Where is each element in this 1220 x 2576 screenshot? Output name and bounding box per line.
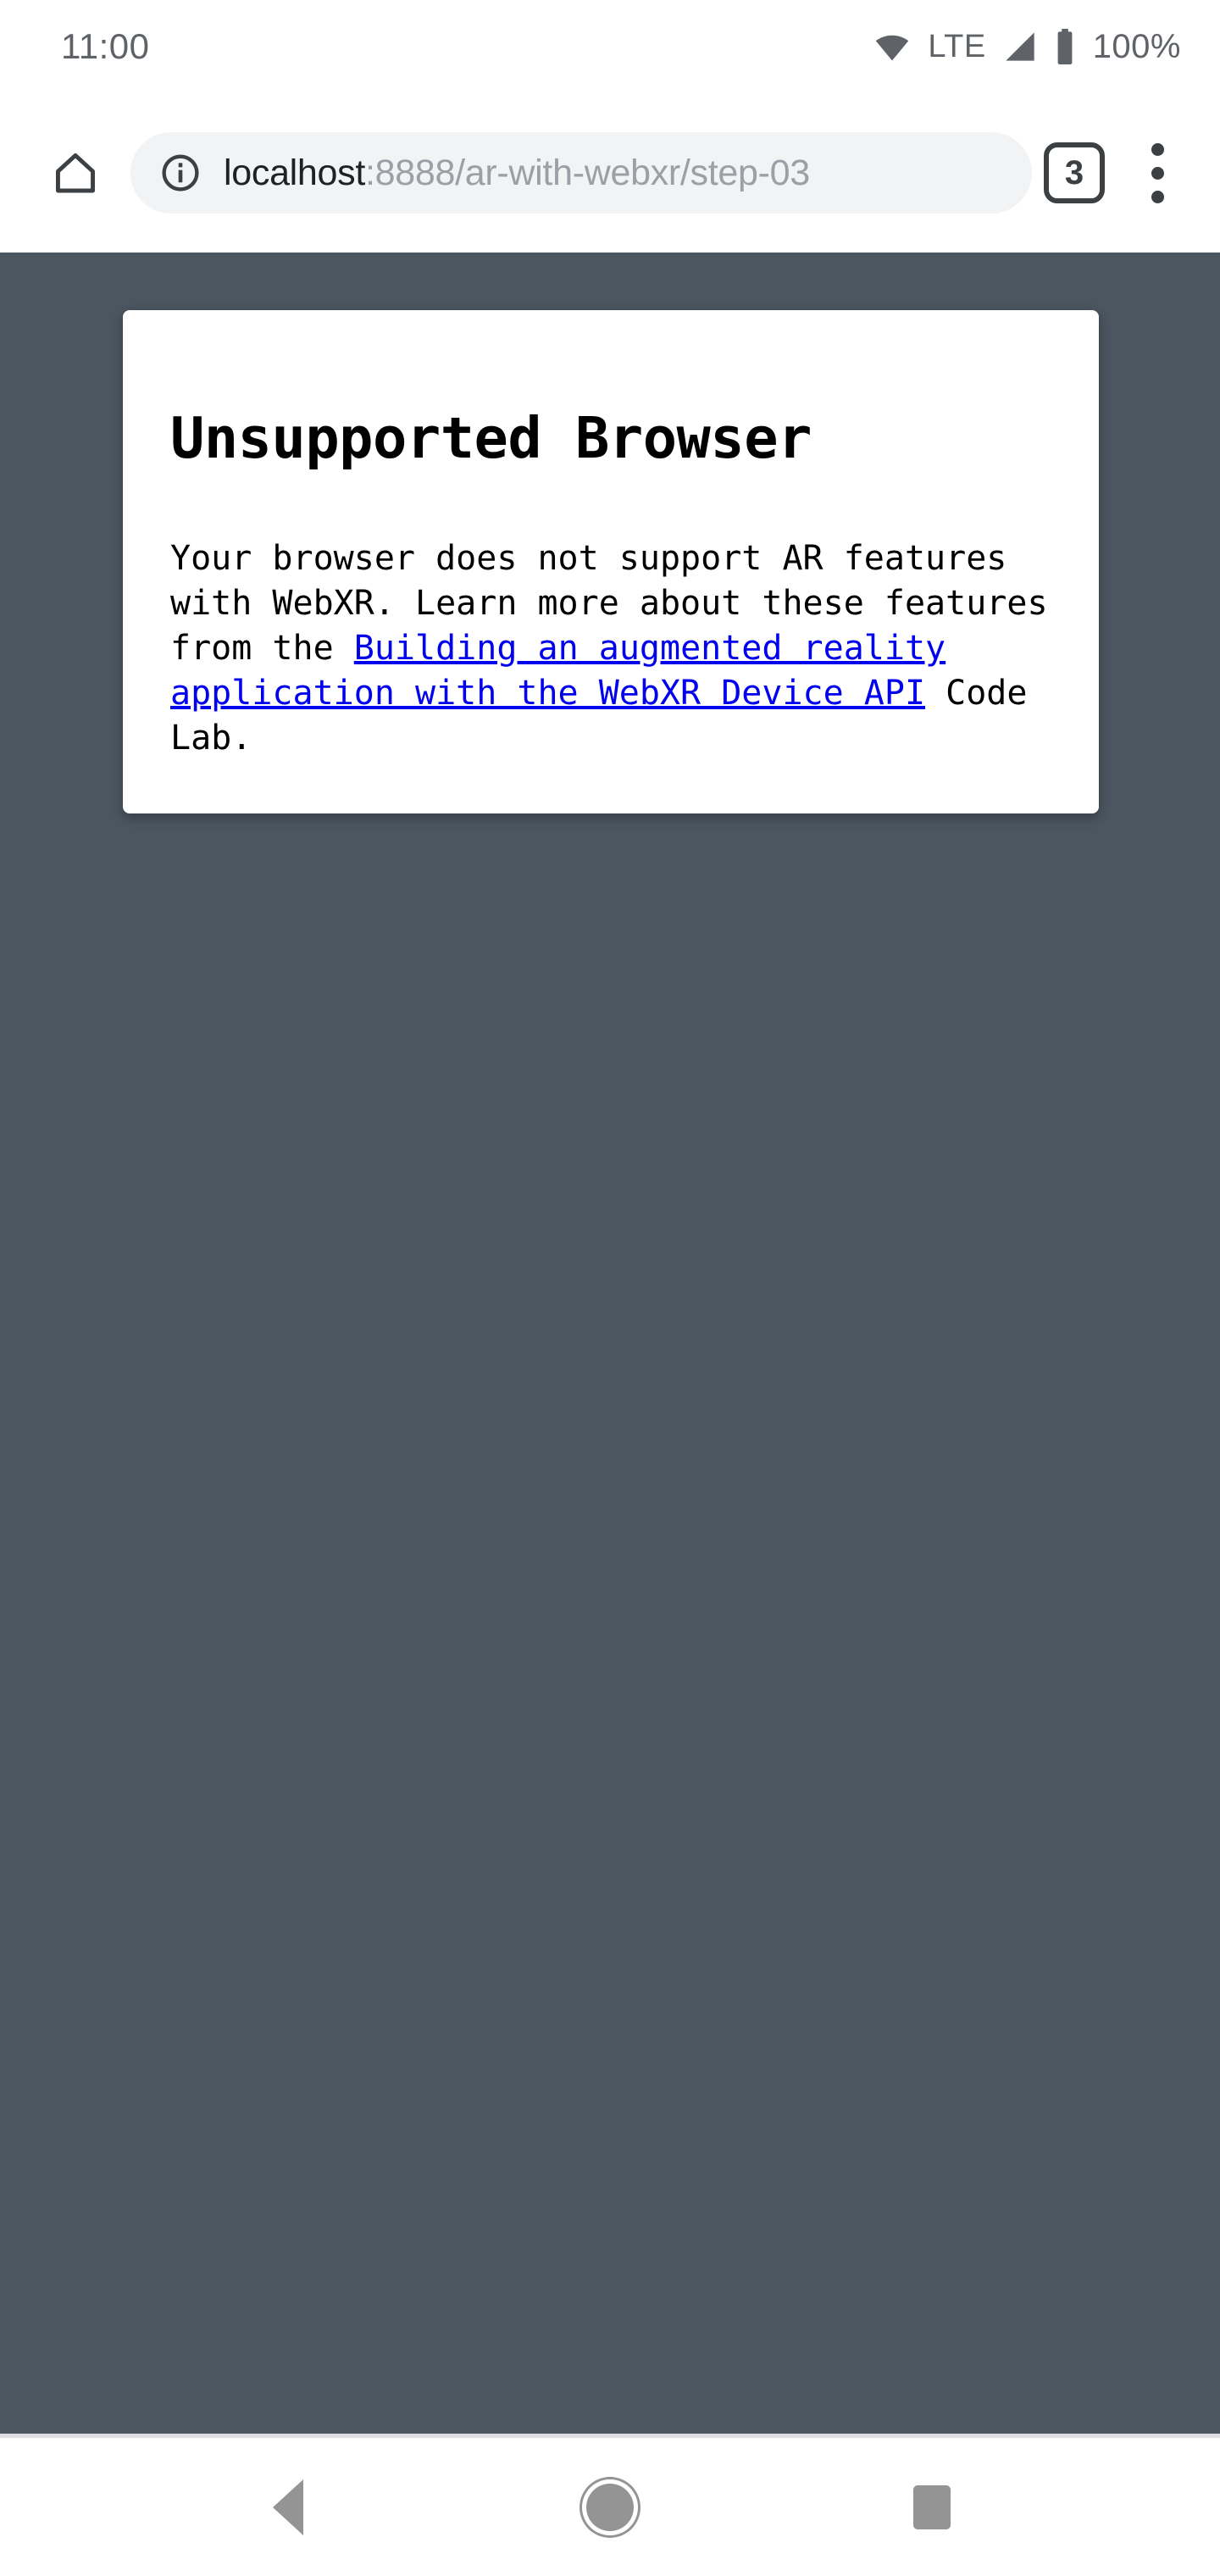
url-path: :8888/ar-with-webxr/step-03 bbox=[365, 154, 810, 192]
phone-screen: 11:00 LTE 100% localhost:8888/ar-with-we… bbox=[0, 0, 1220, 2576]
wifi-icon bbox=[873, 28, 911, 65]
overflow-menu-icon-dot-1 bbox=[1151, 142, 1164, 156]
home-icon bbox=[52, 149, 99, 197]
signal-icon bbox=[1003, 30, 1037, 64]
status-indicators: LTE 100% bbox=[873, 28, 1181, 65]
tab-count-label: 3 bbox=[1064, 154, 1084, 192]
browser-toolbar: localhost:8888/ar-with-webxr/step-03 3 bbox=[0, 93, 1220, 253]
url-host: localhost bbox=[224, 154, 366, 192]
home-button[interactable] bbox=[29, 126, 122, 219]
url-text[interactable]: localhost:8888/ar-with-webxr/step-03 bbox=[224, 155, 810, 192]
recents-square-icon bbox=[913, 2484, 951, 2529]
status-clock: 11:00 bbox=[61, 26, 150, 66]
overflow-menu-icon-dot-3 bbox=[1151, 190, 1164, 203]
unsupported-browser-card: Unsupported Browser Your browser does no… bbox=[123, 310, 1099, 813]
nav-recents-button[interactable] bbox=[860, 2438, 1004, 2576]
home-circle-icon bbox=[586, 2483, 634, 2531]
overflow-menu-button[interactable] bbox=[1117, 126, 1198, 219]
page-body-text: Your browser does not support AR feature… bbox=[123, 536, 1099, 761]
tab-switcher-button[interactable]: 3 bbox=[1044, 142, 1105, 203]
nav-back-button[interactable] bbox=[216, 2438, 360, 2576]
overflow-menu-icon-dot-2 bbox=[1151, 166, 1164, 180]
page-title: Unsupported Browser bbox=[170, 405, 812, 471]
address-bar[interactable]: localhost:8888/ar-with-webxr/step-03 bbox=[130, 132, 1032, 214]
nav-home-button[interactable] bbox=[538, 2438, 682, 2576]
android-navigation-bar bbox=[0, 2438, 1220, 2576]
info-icon[interactable] bbox=[159, 152, 202, 194]
back-triangle-icon bbox=[273, 2479, 303, 2535]
battery-icon bbox=[1054, 29, 1076, 64]
battery-percent-label: 100% bbox=[1092, 28, 1181, 65]
status-bar: 11:00 LTE 100% bbox=[0, 0, 1220, 93]
network-type-label: LTE bbox=[928, 29, 986, 64]
page-viewport: Unsupported Browser Your browser does no… bbox=[0, 253, 1220, 2438]
